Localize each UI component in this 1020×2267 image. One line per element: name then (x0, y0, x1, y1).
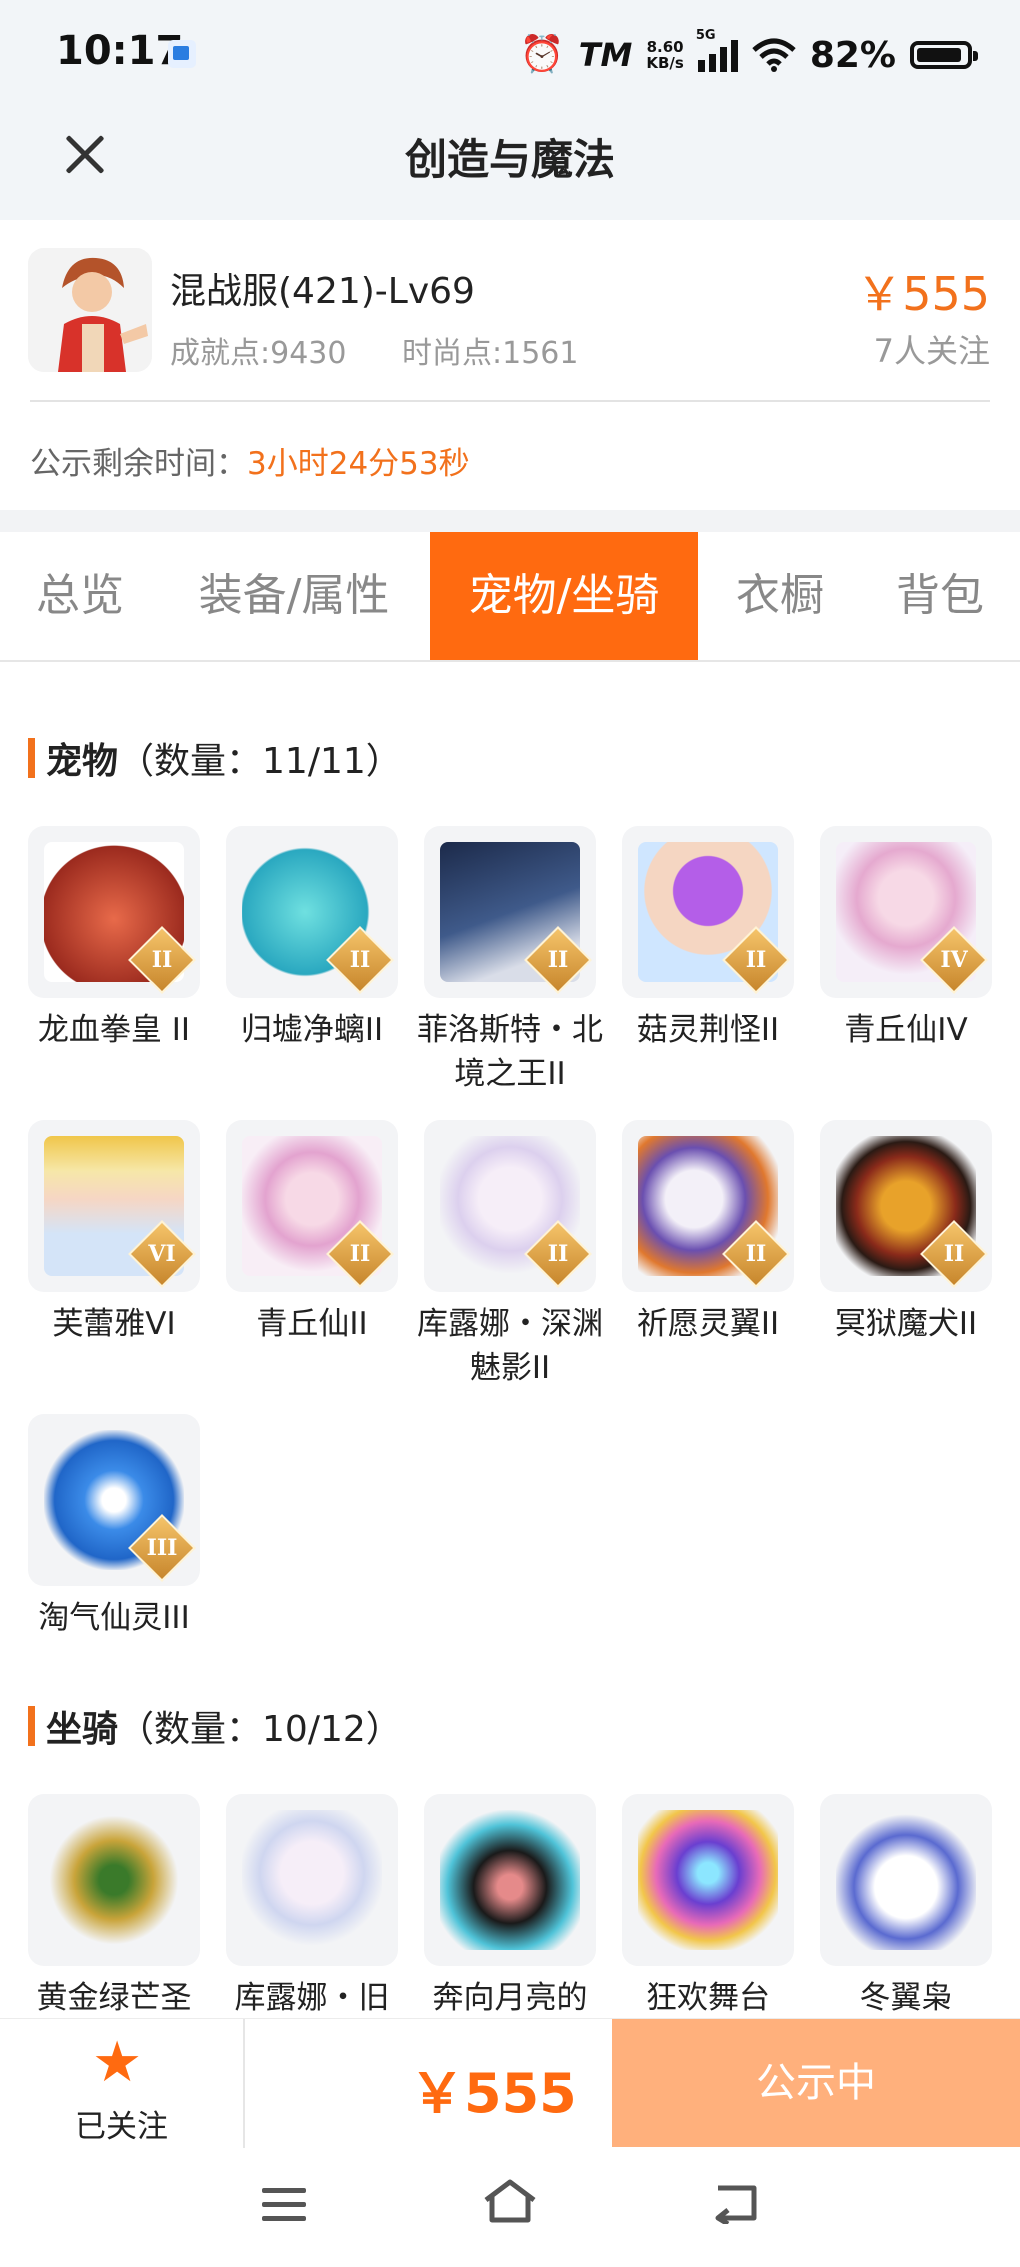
pet-name: 青丘仙II (256, 1306, 368, 1342)
remaining-time: 公示剩余时间：3小时24分53秒 (30, 438, 470, 483)
pet-image: II (820, 1120, 992, 1292)
pet-card[interactable]: II 菇灵荆怪II (622, 826, 794, 1052)
menu-icon[interactable] (262, 2188, 306, 2230)
mounts-title: 坐骑 (46, 1709, 119, 1750)
pet-name: 菇灵荆怪II (636, 1012, 780, 1048)
pet-card[interactable]: VI 芙蕾雅VI (28, 1120, 200, 1346)
tab-wardrobe[interactable]: 衣橱 (710, 532, 850, 660)
divider (30, 400, 990, 402)
clock: 10:17 (56, 28, 184, 74)
wifi-icon (752, 38, 796, 72)
mount-card[interactable]: 黄金绿芒圣 (28, 1794, 200, 2020)
pet-name: 库露娜・深渊魅影II (417, 1306, 603, 1386)
pet-name: 祈愿灵翼II (636, 1306, 780, 1342)
mount-image (28, 1794, 200, 1966)
pet-name: 龙血拳皇 II (37, 1012, 191, 1048)
notification-app-icon (168, 40, 196, 68)
system-nav-bar (0, 2148, 1020, 2267)
avatar (28, 248, 152, 372)
status-button[interactable]: 公示中 (612, 2019, 1020, 2147)
alarm-icon: ⏰ (519, 34, 565, 75)
pet-name: 菲洛斯特・北境之王II (417, 1012, 603, 1092)
pet-image: II (622, 826, 794, 998)
pet-image: II (226, 826, 398, 998)
tab-equipment[interactable]: 装备/属性 (172, 532, 416, 660)
pet-image: II (622, 1120, 794, 1292)
tab-bar: 总览 装备/属性 宠物/坐骑 衣橱 背包 (0, 532, 1020, 662)
mount-image (226, 1794, 398, 1966)
pet-name: 淘气仙灵III (38, 1600, 190, 1636)
mounts-section-title: 坐骑（数量：10/12） (28, 1700, 402, 1752)
signal-icon: 5G (696, 28, 738, 72)
remaining-time-value: 3小时24分53秒 (247, 446, 470, 482)
pet-name: 青丘仙IV (844, 1012, 968, 1048)
pet-image: II (424, 826, 596, 998)
pet-card[interactable]: II 青丘仙II (226, 1120, 398, 1346)
battery-percent: 82% (809, 34, 896, 76)
pets-section-title: 宠物（数量：11/11） (28, 732, 402, 784)
follow-label: 已关注 (75, 2109, 168, 2145)
pet-image: VI (28, 1120, 200, 1292)
home-icon[interactable] (482, 2178, 538, 2224)
pet-card[interactable]: IV 青丘仙IV (820, 826, 992, 1052)
pet-card[interactable]: II 归墟净螭II (226, 826, 398, 1052)
price: ￥555 (856, 267, 990, 321)
fashion-points: 时尚点:1561 (402, 336, 579, 371)
mount-name: 奔向月亮的 (432, 1980, 588, 2016)
network-speed: 8.60 KB/s (646, 39, 683, 71)
pets-count: （数量：11/11） (118, 741, 402, 782)
mount-card[interactable]: 库露娜・旧 (226, 1794, 398, 2020)
mount-image (424, 1794, 596, 1966)
network-type: 5G (695, 28, 716, 43)
pet-name: 冥狱魔犬II (834, 1306, 978, 1342)
mount-image (622, 1794, 794, 1966)
pet-image: II (424, 1120, 596, 1292)
pet-image: II (28, 826, 200, 998)
mount-card[interactable]: 冬翼枭 (820, 1794, 992, 2020)
divider (243, 2019, 245, 2149)
mounts-count: （数量：10/12） (118, 1709, 402, 1750)
tab-pets-mounts[interactable]: 宠物/坐骑 (430, 532, 698, 660)
page-title: 创造与魔法 (404, 135, 615, 184)
tab-overview[interactable]: 总览 (0, 532, 160, 660)
bottom-action-bar: ★ 已关注 ￥555 公示中 (0, 2018, 1020, 2149)
pet-card[interactable]: II 龙血拳皇 II (28, 826, 200, 1052)
status-bar: 10:17 ⏰ TM 8.60 KB/s 5G 82% (0, 0, 1020, 108)
pet-image: II (226, 1120, 398, 1292)
section-gap (0, 510, 1020, 532)
status-icons: ⏰ TM 8.60 KB/s 5G 82% (519, 28, 978, 80)
follow-button[interactable]: ★ 已关注 (0, 2019, 243, 2149)
pet-card[interactable]: II 库露娜・深渊魅影II (417, 1120, 603, 1390)
pet-card[interactable]: II 菲洛斯特・北境之王II (417, 826, 603, 1096)
pet-name: 归墟净螭II (240, 1012, 384, 1048)
pet-image: IV (820, 826, 992, 998)
remaining-time-label: 公示剩余时间： (30, 446, 247, 482)
mount-card[interactable]: 狂欢舞台 (622, 1794, 794, 2020)
character-name: 混战服(421)-Lv69 (170, 271, 475, 312)
bottom-price: ￥555 (410, 2062, 577, 2125)
mount-image (820, 1794, 992, 1966)
pet-card[interactable]: II 祈愿灵翼II (622, 1120, 794, 1346)
tab-backpack[interactable]: 背包 (870, 532, 1010, 660)
mount-card[interactable]: 奔向月亮的 (424, 1794, 596, 2020)
nav-bar: 创造与魔法 (0, 108, 1020, 220)
network-speed-unit: KB/s (646, 54, 684, 72)
mount-name: 库露娜・旧 (234, 1980, 390, 2016)
mount-name: 黄金绿芒圣 (36, 1980, 192, 2016)
pet-image: III (28, 1414, 200, 1586)
pet-card[interactable]: III 淘气仙灵III (28, 1414, 200, 1640)
pets-title: 宠物 (46, 741, 119, 782)
follow-count: 7人关注 (873, 332, 990, 370)
tm-icon: TM (578, 36, 633, 74)
back-icon[interactable] (712, 2180, 760, 2224)
star-icon: ★ (92, 2030, 143, 2095)
mount-name: 狂欢舞台 (646, 1980, 770, 2016)
mount-name: 冬翼枭 (859, 1980, 953, 2016)
battery-icon (910, 41, 978, 69)
achievement-points: 成就点:9430 (170, 336, 347, 371)
character-card: 混战服(421)-Lv69 成就点:9430 时尚点:1561 ￥555 7人关… (0, 220, 1020, 510)
pet-name: 芙蕾雅VI (52, 1306, 176, 1342)
pet-card[interactable]: II 冥狱魔犬II (820, 1120, 992, 1346)
